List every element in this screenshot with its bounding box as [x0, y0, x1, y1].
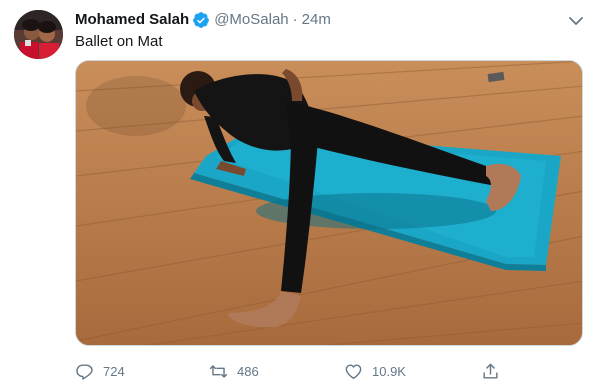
tweet[interactable]: Mohamed Salah @MoSalah · 24m Ballet on M…: [0, 0, 601, 390]
retweet-icon: [209, 364, 228, 378]
reply-icon: [76, 363, 93, 380]
tweet-header: Mohamed Salah @MoSalah · 24m: [75, 10, 331, 30]
share-icon: [483, 363, 498, 379]
like-button[interactable]: 10.9K: [344, 360, 406, 382]
retweet-button[interactable]: 486: [209, 360, 259, 382]
author-display-name[interactable]: Mohamed Salah: [75, 10, 189, 30]
separator-dot: ·: [292, 11, 298, 28]
retweet-count: 486: [237, 363, 259, 379]
tweet-photo[interactable]: [75, 60, 583, 346]
share-button[interactable]: [481, 360, 509, 382]
verified-badge-icon: [192, 11, 210, 29]
more-options-chevron-down-icon[interactable]: [565, 12, 587, 30]
tweet-text: Ballet on Mat: [75, 33, 163, 50]
like-count: 10.9K: [372, 363, 406, 379]
avatar[interactable]: [14, 10, 63, 59]
heart-icon: [345, 363, 362, 379]
reply-button[interactable]: 724: [75, 360, 125, 382]
tweet-actions: 724 486 10.9K: [75, 360, 583, 382]
reply-count: 724: [103, 363, 125, 379]
author-handle[interactable]: @MoSalah: [214, 10, 288, 30]
tweet-timestamp[interactable]: 24m: [302, 10, 331, 30]
